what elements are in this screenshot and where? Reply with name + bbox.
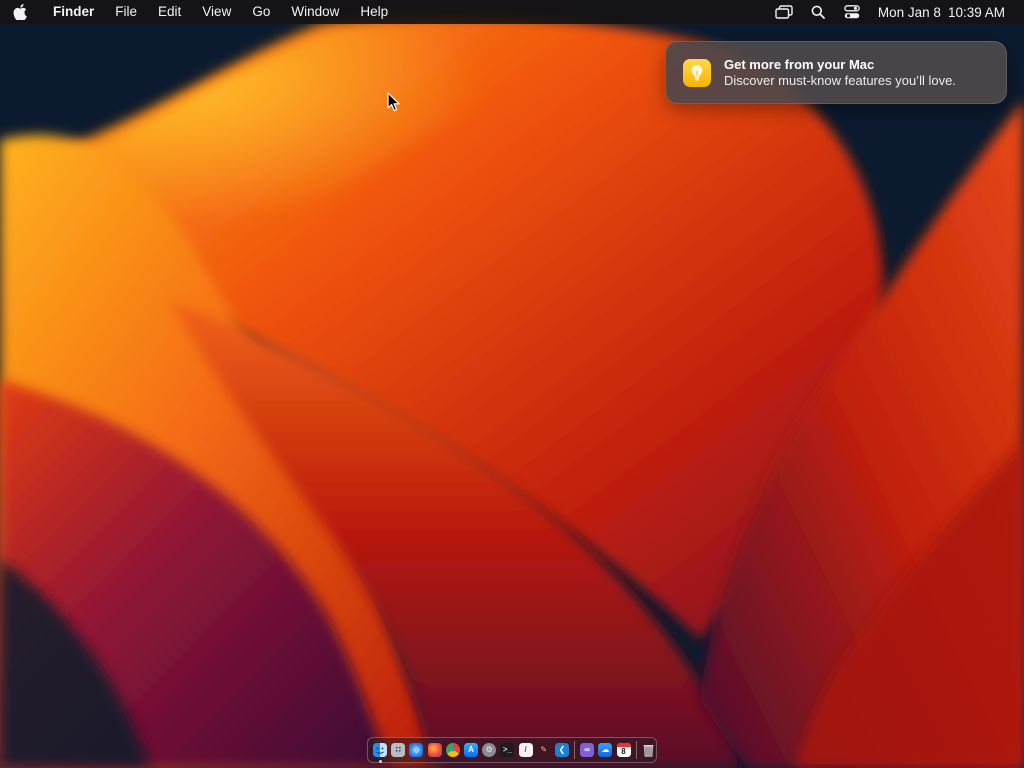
apple-menu-button[interactable]	[0, 0, 40, 24]
dock-separator	[635, 741, 637, 759]
app-store-icon: A	[464, 743, 479, 757]
visual-studio-icon: ∞	[580, 743, 595, 757]
menu-bar: Finder File Edit View Go Window Help Mon…	[0, 0, 1024, 24]
dock-item-vscode[interactable]: ❮	[553, 740, 571, 760]
dock-separator	[574, 741, 576, 759]
apple-logo-icon	[13, 4, 27, 20]
dock-item-textedit[interactable]: /	[517, 740, 535, 760]
cloud-drive-icon: ☁	[598, 743, 613, 757]
control-center-icon	[844, 5, 860, 19]
tips-lightbulb-icon	[691, 64, 703, 80]
safari-icon: ◇	[409, 743, 424, 757]
dock-item-cloud-drive[interactable]: ☁	[596, 740, 614, 760]
menu-bar-status-area: Mon Jan 8 10:39 AM	[767, 0, 1024, 24]
paintbrush-icon: ✎	[540, 745, 548, 754]
firefox-icon	[427, 743, 442, 757]
menu-view[interactable]: View	[192, 0, 242, 24]
notification-body: Discover must-know features you’ll love.	[724, 72, 956, 88]
launchpad-icon: ∷	[391, 743, 406, 757]
menu-go[interactable]: Go	[242, 0, 281, 24]
menu-bar-left: Finder File Edit View Go Window Help	[0, 0, 399, 24]
terminal-icon: >_	[500, 743, 515, 757]
calendar-day: 8	[621, 747, 626, 756]
calendar-icon: 8	[616, 743, 631, 757]
dock-item-finder[interactable]	[371, 740, 389, 763]
running-indicator	[378, 760, 382, 763]
dock-item-terminal[interactable]: >_	[498, 740, 516, 760]
chrome-icon: ●	[445, 743, 460, 757]
menu-app-finder[interactable]: Finder	[40, 0, 105, 24]
dock-item-app-store[interactable]: A	[462, 740, 480, 760]
trash-icon	[642, 743, 656, 757]
mouse-pointer-icon	[387, 92, 400, 112]
clock-time: 10:39 AM	[947, 4, 1005, 20]
dock-item-chrome[interactable]: ●	[444, 740, 462, 760]
dock-item-calendar[interactable]: 8	[614, 740, 632, 760]
finder-icon	[373, 743, 388, 757]
screen-mirroring-button[interactable]	[767, 0, 801, 24]
dock-item-paintbrush[interactable]: ✎	[535, 740, 553, 760]
desktop-wallpaper	[0, 0, 1024, 768]
system-settings-icon: ⚙	[482, 743, 497, 757]
menu-edit[interactable]: Edit	[148, 0, 192, 24]
notification-title: Get more from your Mac	[724, 56, 875, 72]
vscode-icon: ❮	[554, 743, 569, 757]
notification-banner[interactable]: Get more from your Mac Discover must-kno…	[665, 41, 1007, 104]
tips-app-icon	[683, 58, 711, 87]
notification-texts: Get more from your Mac Discover must-kno…	[724, 57, 956, 89]
screen-mirroring-icon	[775, 5, 793, 19]
dock-item-system-settings[interactable]: ⚙	[480, 740, 498, 760]
dock-item-launchpad[interactable]: ∷	[389, 740, 407, 760]
menu-bar-clock[interactable]: Mon Jan 8 10:39 AM	[878, 5, 1005, 20]
dock-item-trash[interactable]	[640, 740, 658, 760]
menu-help[interactable]: Help	[350, 0, 399, 24]
spotlight-search-button[interactable]	[801, 0, 835, 24]
clock-date: Mon Jan 8	[877, 4, 941, 20]
control-center-button[interactable]	[835, 0, 869, 24]
dock-item-firefox[interactable]	[426, 740, 444, 760]
dock-item-safari[interactable]: ◇	[407, 740, 425, 760]
menu-file[interactable]: File	[105, 0, 148, 24]
menu-window[interactable]: Window	[281, 0, 350, 24]
dock: ∷ ◇ ● A ⚙ >_ / ✎ ❮ ∞ ☁ 8	[367, 737, 657, 763]
textedit-icon: /	[518, 743, 533, 757]
spotlight-search-icon	[811, 5, 825, 19]
dock-item-visual-studio[interactable]: ∞	[578, 740, 596, 760]
